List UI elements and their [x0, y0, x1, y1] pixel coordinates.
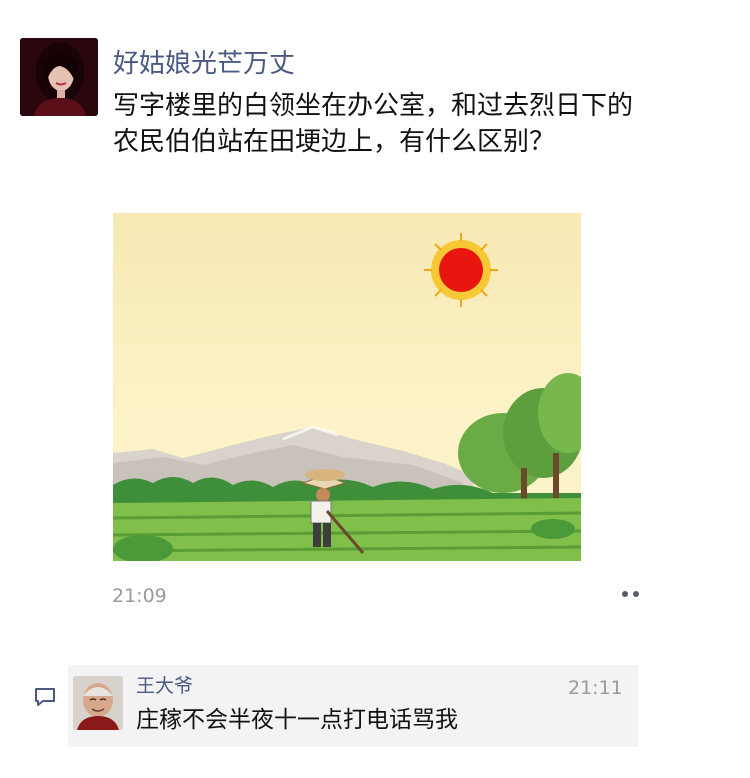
comment-timestamp: 21:11	[568, 677, 623, 699]
avatar-image	[20, 38, 98, 116]
comment-author-avatar[interactable]	[73, 676, 123, 730]
post-image[interactable]	[113, 213, 581, 561]
more-dots-icon	[632, 591, 639, 597]
more-dots-icon	[621, 591, 628, 597]
comment-author-name[interactable]: 王大爷	[136, 674, 193, 698]
post-timestamp: 21:09	[112, 585, 167, 607]
avatar-image	[73, 676, 123, 730]
sun-icon	[424, 233, 498, 307]
post-author-avatar[interactable]	[20, 38, 98, 116]
post-author-name[interactable]: 好姑娘光芒万丈	[113, 48, 295, 80]
post-content-text: 写字楼里的白领坐在办公室，和过去烈日下的农民伯伯站在田埂边上，有什么区别？	[113, 91, 634, 157]
comment-bubble-icon[interactable]	[34, 686, 56, 708]
comment-text: 庄稼不会半夜十一点打电话骂我	[136, 707, 458, 733]
more-options-button[interactable]	[612, 580, 648, 608]
farmer-under-sun-illustration	[113, 213, 581, 561]
